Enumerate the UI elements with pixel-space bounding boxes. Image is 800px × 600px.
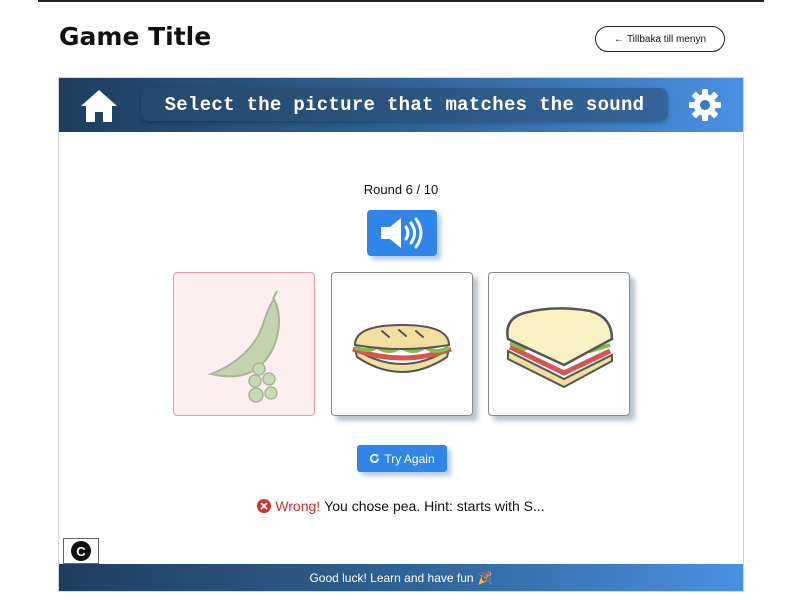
- page-title: Game Title: [59, 22, 212, 51]
- arrow-left-icon: ←: [613, 33, 624, 45]
- back-to-menu-button[interactable]: ← Tillbaka till menyn: [595, 26, 725, 52]
- round-counter: Round 6 / 10: [363, 182, 439, 197]
- home-icon: [81, 90, 117, 122]
- pea-pod-image: [207, 290, 280, 403]
- c-badge-icon: C: [71, 541, 91, 561]
- gear-icon: [689, 89, 721, 121]
- top-divider: [38, 0, 764, 2]
- try-again-label: Try Again: [384, 451, 435, 466]
- play-sound-button[interactable]: [367, 210, 437, 256]
- choice-card-sub-sandwich[interactable]: [331, 272, 473, 416]
- game-frame: Select the picture that matches the soun…: [58, 77, 744, 592]
- try-again-button[interactable]: Try Again: [357, 445, 447, 472]
- footer-bar: Good luck! Learn and have fun 🎉: [59, 564, 743, 591]
- instruction-text: Select the picture that matches the soun…: [164, 93, 645, 116]
- home-button[interactable]: [79, 87, 119, 125]
- choice-card-pea[interactable]: [173, 272, 315, 416]
- feedback-wrong-label: Wrong!: [275, 498, 321, 514]
- back-button-label: Tillbaka till menyn: [626, 33, 707, 45]
- refresh-icon: [370, 453, 380, 463]
- speaker-icon: [381, 217, 423, 249]
- error-icon: [257, 499, 272, 513]
- sandwich-image: [506, 307, 614, 389]
- settings-button[interactable]: [688, 88, 722, 122]
- feedback-message: Wrong! You chose pea. Hint: starts with …: [59, 498, 743, 514]
- instruction-banner: Select the picture that matches the soun…: [141, 88, 668, 121]
- footer-message: Good luck! Learn and have fun: [309, 570, 474, 585]
- party-popper-icon: 🎉: [477, 570, 493, 585]
- sub-sandwich-image: [352, 323, 452, 373]
- choice-card-sandwich[interactable]: [488, 272, 630, 416]
- feedback-text: You chose pea. Hint: starts with S...: [324, 498, 545, 514]
- corner-c-button[interactable]: C: [63, 538, 99, 564]
- game-header: Select the picture that matches the soun…: [59, 78, 743, 132]
